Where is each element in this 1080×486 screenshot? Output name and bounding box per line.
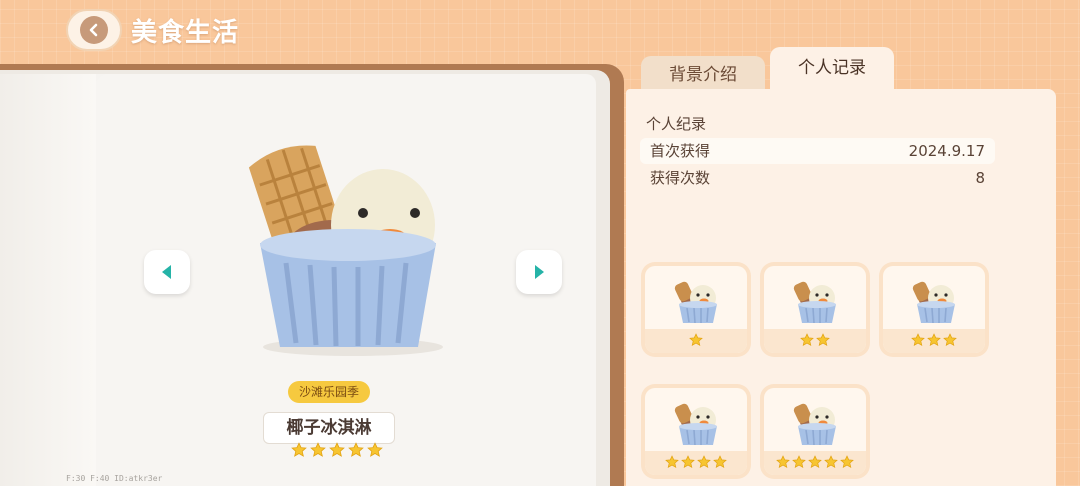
record-row-first-obtained: 首次获得 2024.9.17 [640,138,995,164]
star-icon [943,332,957,351]
star-icon [800,332,814,351]
star-icon [816,332,830,351]
ice-cream-thumbnail [793,281,836,324]
star-icon [792,454,806,473]
triangle-right-icon [535,265,544,279]
variant-card-2-star[interactable] [760,262,870,357]
star-icon [824,454,838,473]
ice-cream-thumbnail [912,281,955,324]
chevron-left-icon [80,16,108,44]
star-icon [697,454,711,473]
variant-card-5-star[interactable] [760,384,870,479]
star-icon [808,454,822,473]
star-icon [681,454,695,473]
ice-cream-thumbnail [674,403,717,446]
variant-card-inner [764,388,866,475]
ice-cream-thumbnail [793,403,836,446]
next-item-button[interactable] [516,250,562,294]
star-icon [776,454,790,473]
food-star-rating [291,442,383,462]
star-icon [927,332,941,351]
star-icon [329,442,345,462]
previous-item-button[interactable] [144,250,190,294]
debug-text: F:30 F:40 ID:atkr3er [66,474,163,483]
star-icon [840,454,854,473]
variant-card-1-star[interactable] [641,262,751,357]
record-label: 获得次数 [650,169,711,187]
star-icon [665,454,679,473]
record-row-times-obtained: 获得次数 8 [640,165,995,191]
variant-card-inner [645,266,747,353]
season-tag: 沙滩乐园季 [288,381,370,403]
food-name: 椰子冰淇淋 [263,412,395,444]
triangle-left-icon [162,265,171,279]
variant-stars [764,451,866,475]
record-value: 8 [975,169,985,187]
star-icon [291,442,307,462]
star-icon [367,442,383,462]
variant-card-inner [764,266,866,353]
variant-stars [645,451,747,475]
tab-personal-record[interactable]: 个人记录 [770,47,894,91]
record-section-title: 个人纪录 [646,115,707,133]
variant-stars [883,329,985,353]
variant-stars [645,329,747,353]
record-label: 首次获得 [650,142,711,160]
star-icon [348,442,364,462]
star-icon [689,332,703,351]
record-value: 2024.9.17 [908,142,985,160]
star-icon [713,454,727,473]
ice-cream-thumbnail [674,281,717,324]
variant-card-4-star[interactable] [641,384,751,479]
page-title: 美食生活 [131,18,240,48]
back-button[interactable] [66,9,122,51]
variant-card-inner [883,266,985,353]
coconut-ice-cream-image [248,145,443,356]
variant-card-3-star[interactable] [879,262,989,357]
star-icon [310,442,326,462]
variant-stars [764,329,866,353]
star-icon [911,332,925,351]
variant-card-inner [645,388,747,475]
book-spine-shade [0,74,96,486]
